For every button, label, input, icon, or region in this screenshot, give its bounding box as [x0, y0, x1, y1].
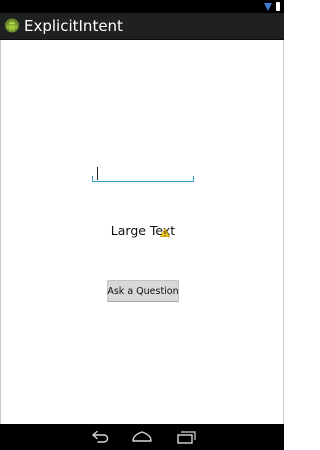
recents-icon[interactable] — [175, 429, 197, 445]
app-title: ExplicitIntent — [24, 17, 123, 35]
input-edge-left — [92, 176, 93, 182]
text-cursor — [97, 167, 98, 180]
home-icon[interactable] — [131, 429, 153, 445]
navigation-bar — [0, 424, 284, 450]
wifi-icon — [264, 3, 272, 11]
input-edge-right — [193, 176, 194, 182]
ask-question-button[interactable]: Ask a Question — [107, 280, 179, 302]
large-text-label: Large Text — [110, 223, 176, 238]
warning-icon — [160, 228, 170, 237]
back-icon[interactable] — [89, 429, 111, 445]
status-bar — [0, 0, 284, 13]
main-content: Large Text Ask a Question — [0, 40, 284, 424]
android-icon — [5, 18, 19, 33]
battery-icon — [276, 2, 280, 11]
action-bar: ExplicitIntent — [0, 13, 284, 40]
text-input-field[interactable] — [92, 165, 194, 182]
